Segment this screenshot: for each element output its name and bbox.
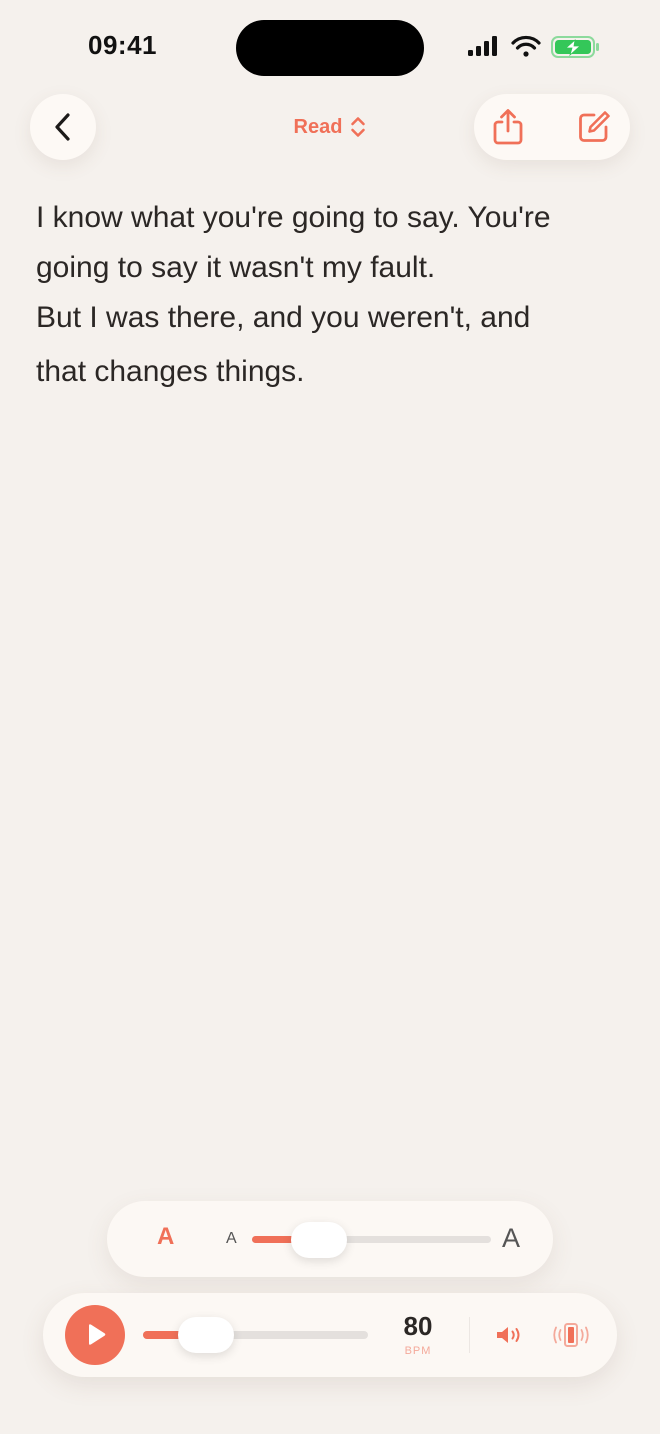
reading-line: I know what you're going to say. You're xyxy=(36,201,551,234)
font-style-button[interactable]: A xyxy=(157,1223,174,1251)
vibrate-toggle-button[interactable] xyxy=(551,1319,591,1351)
sound-toggle-button[interactable] xyxy=(493,1319,527,1351)
font-size-panel: A A A xyxy=(107,1201,553,1277)
play-button[interactable] xyxy=(65,1305,125,1365)
reading-line: that changes things. xyxy=(36,355,305,388)
mode-selector[interactable]: Read xyxy=(280,108,380,146)
status-icons xyxy=(466,34,606,60)
reading-line: But I was there, and you weren't, and xyxy=(36,301,531,334)
chevron-left-icon xyxy=(55,113,70,141)
speaker-icon xyxy=(497,1327,520,1343)
tempo-slider[interactable] xyxy=(143,1331,368,1339)
battery-charging-icon xyxy=(551,36,599,58)
font-size-large-label: A xyxy=(502,1223,521,1253)
font-size-slider[interactable] xyxy=(252,1236,491,1243)
font-size-slider-thumb[interactable] xyxy=(290,1222,347,1258)
bpm-unit: BPM xyxy=(404,1345,432,1357)
tempo-slider-thumb[interactable] xyxy=(178,1317,234,1353)
font-size-small-label: A xyxy=(226,1230,237,1247)
back-button[interactable] xyxy=(30,94,96,160)
cellular-signal-icon xyxy=(468,36,497,56)
metronome-bar: 80 BPM xyxy=(43,1293,617,1377)
wifi-icon xyxy=(511,35,541,57)
edit-button[interactable] xyxy=(572,105,616,149)
reading-line: going to say it wasn't my fault. xyxy=(36,251,436,284)
vibrate-icon xyxy=(553,1323,589,1347)
status-time: 09:41 xyxy=(88,30,157,60)
play-icon xyxy=(89,1324,106,1345)
chevron-up-down-icon xyxy=(351,117,366,137)
edit-icon xyxy=(579,111,610,142)
reading-text: I know what you're going to say. You're … xyxy=(36,190,626,400)
dynamic-island xyxy=(236,20,424,76)
divider xyxy=(469,1317,470,1353)
share-button[interactable] xyxy=(486,105,530,149)
action-group xyxy=(474,94,630,160)
mode-label: Read xyxy=(293,115,343,138)
share-icon xyxy=(493,109,523,145)
bpm-value: 80 xyxy=(403,1311,433,1341)
